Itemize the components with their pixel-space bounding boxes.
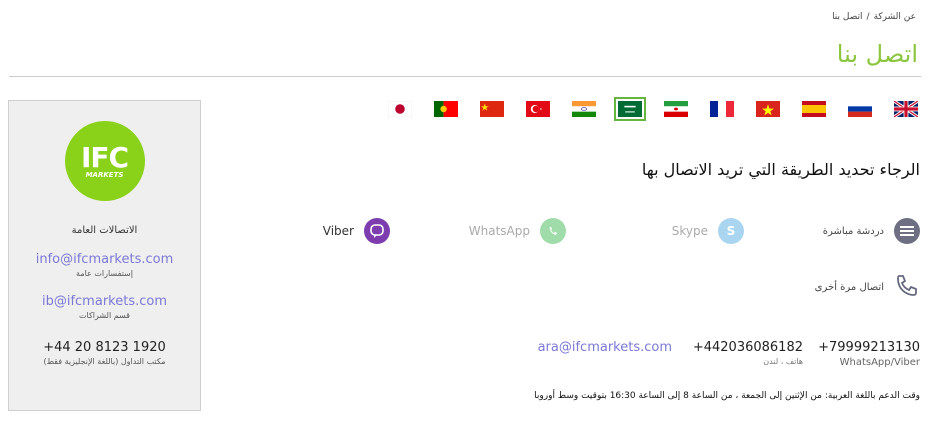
breadcrumb-separator: / xyxy=(866,12,870,22)
general-contacts-panel: IFC MARKETS الاتصالات العامة info@ifcmar… xyxy=(8,100,201,411)
whatsapp-icon xyxy=(540,218,566,244)
flag-china[interactable] xyxy=(476,97,508,121)
uk-flag-icon xyxy=(894,101,918,117)
chat-icon xyxy=(894,218,920,244)
flag-portugal[interactable] xyxy=(430,97,462,121)
arabic-email-contact: ara@ifcmarkets.com xyxy=(538,340,672,355)
contact-method-instruction: الرجاء تحديد الطريقة التي تريد الاتصال ب… xyxy=(641,160,920,179)
partnership-email-label: قسم الشراكات xyxy=(78,311,131,320)
saudi-arabia-flag-icon xyxy=(618,101,642,117)
divider xyxy=(9,76,921,77)
ifc-markets-logo: IFC MARKETS xyxy=(64,121,145,201)
breadcrumb-item-about[interactable]: عن الشركة xyxy=(874,12,916,22)
iran-flag-icon xyxy=(664,101,688,117)
flag-iran[interactable] xyxy=(660,97,692,121)
panel-title: الاتصالات العامة xyxy=(71,225,138,236)
live-chat-label: دردشة مباشرة xyxy=(822,225,884,237)
india-flag-icon xyxy=(572,101,596,117)
spain-flag-icon xyxy=(802,101,826,117)
japan-flag-icon xyxy=(388,101,412,117)
logo-sub: MARKETS xyxy=(85,171,124,179)
phone-icon xyxy=(894,273,920,302)
russia-flag-icon xyxy=(848,101,872,117)
logo-text: IFC xyxy=(80,141,129,174)
whatsapp-button[interactable]: WhatsApp xyxy=(469,218,566,244)
language-flags xyxy=(384,97,922,121)
general-email-label: إستفسارات عامة xyxy=(76,269,133,278)
skype-label: Skype xyxy=(671,224,708,238)
flag-japan[interactable] xyxy=(384,97,416,121)
flag-saudi-arabia[interactable] xyxy=(614,97,646,121)
whatsapp-label: WhatsApp xyxy=(468,224,530,238)
dealing-desk-label: مكتب التداول (باللغة الإنجليزية فقط) xyxy=(43,357,166,366)
general-email-link[interactable]: info@ifcmarkets.com xyxy=(9,252,200,267)
flag-turkey[interactable] xyxy=(522,97,554,121)
breadcrumb-item-contact: اتصل بنا xyxy=(832,12,863,22)
flag-spain[interactable] xyxy=(798,97,830,121)
breadcrumb: عن الشركة / اتصل بنا xyxy=(832,12,916,22)
live-chat-button[interactable]: دردشة مباشرة xyxy=(823,218,920,244)
flag-india[interactable] xyxy=(568,97,600,121)
portugal-flag-icon xyxy=(434,101,458,117)
arabic-email-link[interactable]: ara@ifcmarkets.com xyxy=(538,340,672,355)
callback-label: اتصال مرة أخرى xyxy=(814,282,884,293)
whatsapp-viber-contact: +79999213130 WhatsApp/Viber xyxy=(818,340,920,368)
dealing-desk-phone[interactable]: +44 20 8123 1920 xyxy=(9,340,200,355)
flag-vietnam[interactable] xyxy=(752,97,784,121)
viber-icon xyxy=(364,218,390,244)
london-phone-contact: +442036086182 هاتف ، لندن xyxy=(693,340,803,366)
whatsapp-viber-label: WhatsApp/Viber xyxy=(839,357,920,368)
skype-icon: S xyxy=(718,218,744,244)
whatsapp-viber-phone[interactable]: +79999213130 xyxy=(818,340,920,355)
london-phone-label: هاتف ، لندن xyxy=(763,357,803,366)
support-hours: وقت الدعم باللغة العربية: من الإثنين إلى… xyxy=(534,391,920,401)
france-flag-icon xyxy=(710,101,734,117)
page-title: اتصل بنا xyxy=(836,40,918,68)
vietnam-flag-icon xyxy=(756,101,780,117)
skype-button[interactable]: Skype S xyxy=(672,218,744,244)
flag-russia[interactable] xyxy=(844,97,876,121)
china-flag-icon xyxy=(480,101,504,117)
viber-button[interactable]: Viber xyxy=(323,218,390,244)
viber-label: Viber xyxy=(322,224,354,238)
flag-uk[interactable] xyxy=(890,97,922,121)
london-phone[interactable]: +442036086182 xyxy=(693,340,803,355)
turkey-flag-icon xyxy=(526,101,550,117)
callback-button[interactable]: اتصال مرة أخرى xyxy=(815,273,920,302)
partnership-email-link[interactable]: ib@ifcmarkets.com xyxy=(9,294,200,309)
flag-france[interactable] xyxy=(706,97,738,121)
